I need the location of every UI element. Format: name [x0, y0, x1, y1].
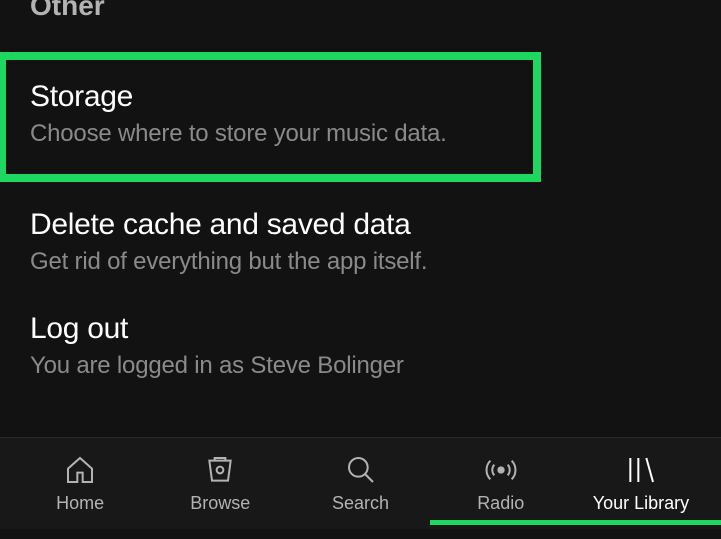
setting-desc: You are logged in as Steve Bolinger	[30, 352, 691, 380]
nav-item-browse[interactable]: Browse	[150, 453, 290, 514]
settings-list: Storage Choose where to store your music…	[0, 52, 721, 400]
browse-icon	[203, 453, 237, 487]
setting-item-logout[interactable]: Log out You are logged in as Steve Bolin…	[0, 296, 721, 400]
nav-label: Browse	[190, 493, 250, 514]
library-icon	[624, 453, 658, 487]
nav-label: Home	[56, 493, 104, 514]
setting-title: Storage	[30, 80, 509, 114]
section-header-other: Other	[0, 0, 721, 30]
setting-desc: Get rid of everything but the app itself…	[30, 248, 691, 276]
setting-item-storage[interactable]: Storage Choose where to store your music…	[0, 52, 541, 182]
nav-item-search[interactable]: Search	[290, 453, 430, 514]
nav-item-library[interactable]: Your Library	[571, 453, 711, 514]
setting-title: Log out	[30, 312, 691, 346]
search-icon	[344, 453, 378, 487]
nav-label: Search	[332, 493, 389, 514]
setting-desc: Choose where to store your music data.	[30, 120, 509, 148]
bottom-nav: Home Browse Search Radio Your Library	[0, 437, 721, 529]
nav-item-home[interactable]: Home	[10, 453, 150, 514]
setting-title: Delete cache and saved data	[30, 208, 691, 242]
radio-icon	[484, 453, 518, 487]
nav-label: Radio	[477, 493, 524, 514]
nav-label: Your Library	[593, 493, 689, 514]
active-indicator	[430, 520, 721, 525]
home-icon	[63, 453, 97, 487]
nav-item-radio[interactable]: Radio	[431, 453, 571, 514]
setting-item-delete-cache[interactable]: Delete cache and saved data Get rid of e…	[0, 192, 721, 296]
